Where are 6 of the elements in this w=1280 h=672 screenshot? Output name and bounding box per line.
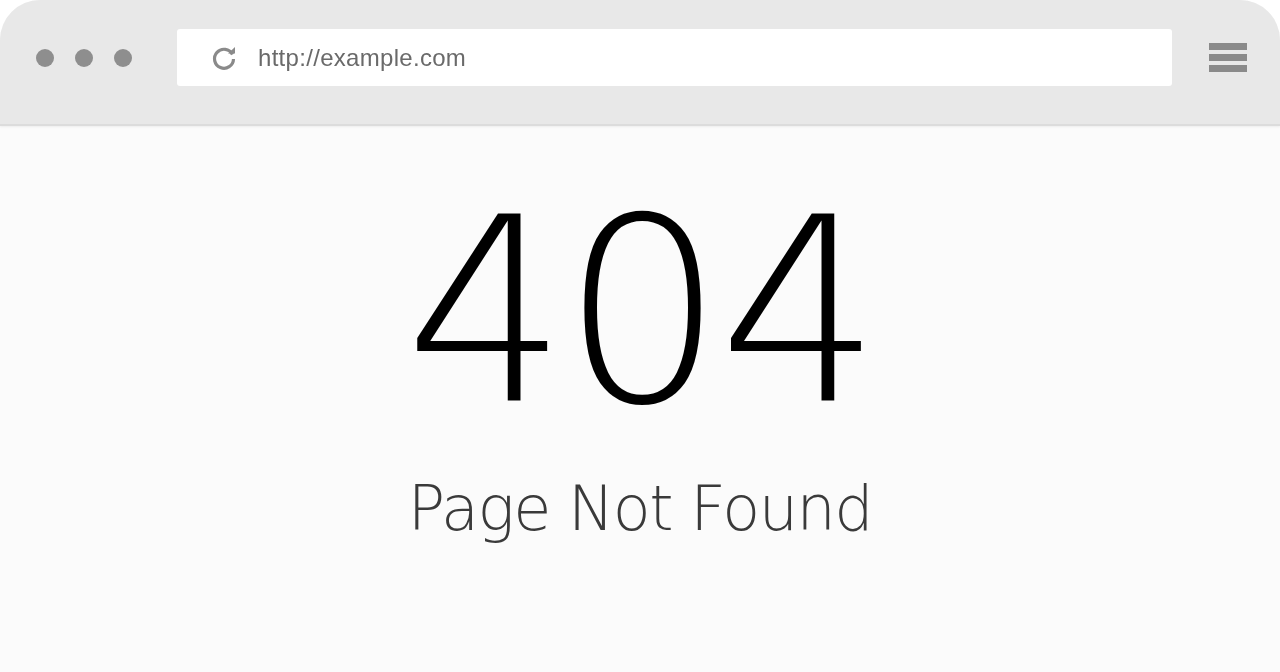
error-code: 404 — [404, 184, 876, 440]
menu-icon[interactable] — [1209, 43, 1247, 73]
window-dot-icon[interactable] — [36, 49, 54, 67]
window-dot-icon[interactable] — [75, 49, 93, 67]
address-bar[interactable]: http://example.com — [177, 29, 1172, 86]
window-dot-icon[interactable] — [114, 49, 132, 67]
